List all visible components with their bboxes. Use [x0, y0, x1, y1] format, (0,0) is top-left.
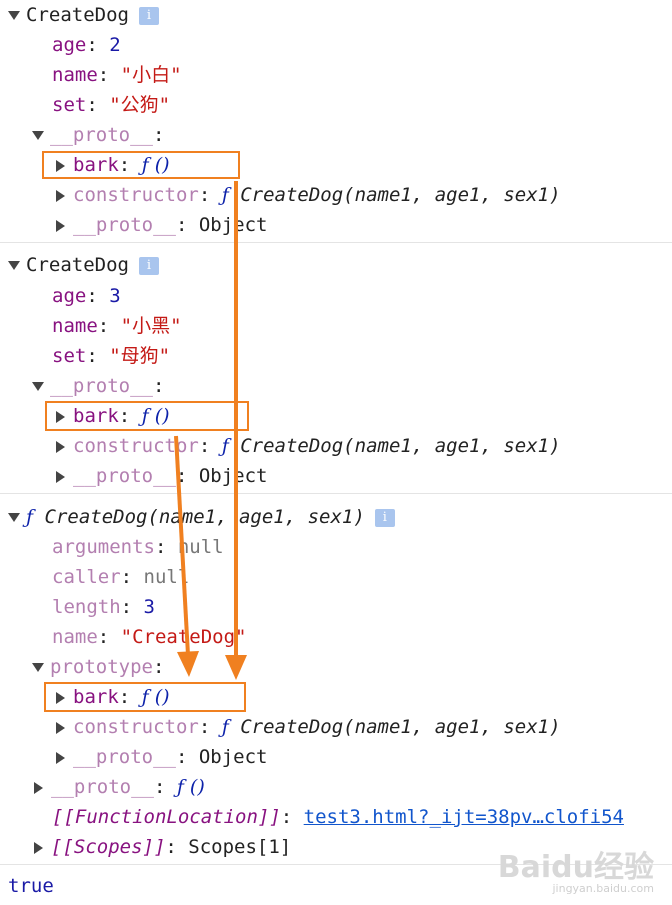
watermark-logo: Baidu经验 jingyan.baidu.com	[498, 842, 654, 895]
watermark-main: Baidu经验	[497, 850, 654, 885]
arrowhead-icon	[225, 655, 247, 680]
annotation-arrows	[174, 181, 247, 680]
arrowhead-icon	[177, 651, 199, 677]
arrow-line	[174, 435, 190, 656]
